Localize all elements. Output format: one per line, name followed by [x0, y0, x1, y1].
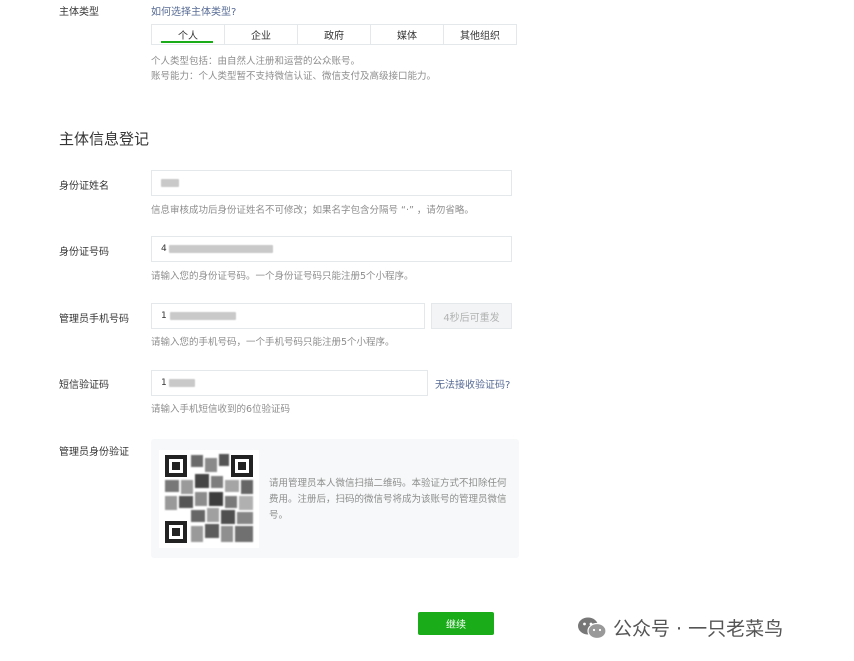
wechat-icon — [578, 617, 607, 639]
admin-verify-label: 管理员身份验证 — [59, 447, 129, 458]
admin-verify-card: 请用管理员本人微信扫描二维码。本验证方式不扣除任何费用。注册后，扫码的微信号将成… — [151, 439, 519, 558]
id-number-hint: 请输入您的身份证号码。一个身份证号码只能注册5个小程序。 — [151, 271, 414, 282]
phone-input[interactable]: 1 — [151, 303, 425, 329]
qr-code-image — [165, 454, 253, 543]
resend-code-button[interactable]: 4秒后可重发 — [431, 303, 512, 329]
subject-type-capability: 账号能力：个人类型暂不支持微信认证、微信支付及高级接口能力。 — [151, 71, 437, 82]
phone-blurred-value — [169, 312, 236, 320]
cannot-receive-code-link[interactable]: 无法接收验证码? — [435, 376, 510, 391]
selected-type-indicator — [161, 41, 213, 43]
sms-code-blurred-value — [168, 379, 195, 387]
id-number-label: 身份证号码 — [59, 247, 109, 258]
id-name-label: 身份证姓名 — [59, 181, 109, 192]
sms-code-value: 1 — [161, 378, 167, 388]
qr-code — [159, 450, 259, 548]
sms-code-hint: 请输入手机短信收到的6位验证码 — [151, 404, 291, 415]
type-option-media[interactable]: 媒体 — [371, 25, 444, 44]
sms-code-label: 短信验证码 — [59, 380, 109, 391]
watermark: 公众号 · 一只老菜鸟 — [577, 614, 783, 641]
continue-button[interactable]: 继续 — [418, 612, 494, 635]
subject-type-label: 主体类型 — [59, 7, 99, 18]
section-title: 主体信息登记 — [59, 130, 150, 148]
id-number-value: 4 — [161, 244, 167, 254]
type-option-other-org[interactable]: 其他组织 — [444, 25, 516, 44]
sms-code-input[interactable]: 1 — [151, 370, 428, 396]
type-option-enterprise[interactable]: 企业 — [225, 25, 298, 44]
id-number-input[interactable]: 4 — [151, 236, 512, 262]
watermark-text: 公众号 · 一只老菜鸟 — [613, 618, 784, 640]
id-name-blurred-value — [161, 179, 179, 187]
id-name-input[interactable] — [151, 170, 512, 196]
subject-type-desc: 个人类型包括：由自然人注册和运营的公众账号。 — [151, 56, 361, 67]
phone-value: 1 — [161, 311, 167, 321]
id-number-blurred-value — [168, 245, 273, 253]
phone-hint: 请输入您的手机号码，一个手机号码只能注册5个小程序。 — [151, 337, 395, 348]
id-name-hint: 信息审核成功后身份证姓名不可修改；如果名字包含分隔号 “·” ，请勿省略。 — [151, 205, 474, 216]
how-to-choose-type-link[interactable]: 如何选择主体类型? — [151, 3, 236, 18]
type-option-government[interactable]: 政府 — [298, 25, 371, 44]
admin-verify-instruction: 请用管理员本人微信扫描二维码。本验证方式不扣除任何费用。注册后，扫码的微信号将成… — [269, 478, 507, 521]
phone-label: 管理员手机号码 — [59, 314, 129, 325]
